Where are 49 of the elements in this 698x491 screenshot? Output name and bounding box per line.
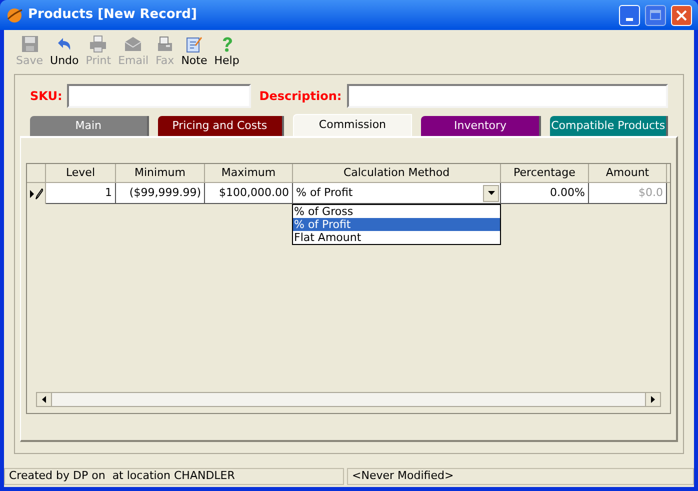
cell-value: $0.0: [638, 184, 663, 201]
grid-cell[interactable]: 0.00%: [501, 183, 589, 204]
caret-icon: [488, 191, 494, 195]
status-bar-pane: Created by DP on at location CHANDLER: [4, 468, 344, 485]
column-header: Calculation Method: [293, 164, 501, 182]
cell-value: % of Profit: [296, 184, 353, 201]
cell-value: 0.00%: [550, 184, 585, 201]
column-header: Maximum: [205, 164, 293, 182]
row-edit-pencil-icon: [29, 188, 43, 200]
fax-machine-icon: [156, 35, 174, 53]
printer-icon: [89, 35, 108, 53]
close-button[interactable]: [671, 4, 692, 26]
right-arrow-icon: [651, 396, 655, 403]
column-header: Amount: [589, 164, 667, 182]
dropdown-option[interactable]: Flat Amount: [293, 231, 500, 244]
envelope-icon: [124, 35, 142, 53]
field-label: Description:: [259, 88, 342, 105]
column-header: Level: [46, 164, 116, 182]
column-header: Minimum: [116, 164, 205, 182]
tab[interactable]: Inventory: [421, 116, 542, 136]
cell-value: ($99,999.99): [129, 184, 201, 201]
toolbar-button[interactable]: Note: [179, 35, 210, 70]
tab[interactable]: Pricing and Costs: [158, 116, 284, 136]
dropdown-option[interactable]: % of Profit: [293, 218, 500, 231]
minimize-button[interactable]: [619, 4, 640, 26]
status-bar-pane: <Never Modified>: [347, 468, 694, 485]
grid-cell[interactable]: $100,000.00: [205, 183, 293, 204]
tab[interactable]: Commission: [292, 114, 412, 136]
toolbar-button[interactable]: Undo: [48, 35, 81, 70]
app-logo-icon: [6, 6, 23, 24]
toolbar-button[interactable]: Help: [212, 35, 242, 70]
text-field[interactable]: [346, 84, 668, 108]
left-arrow-icon: [42, 396, 46, 403]
column-header: Percentage: [501, 164, 589, 182]
field-label: SKU:: [30, 88, 62, 105]
grid-cell[interactable]: 1: [46, 183, 116, 204]
close-icon: [676, 10, 687, 20]
text-field[interactable]: [67, 84, 252, 108]
grid-cell[interactable]: ($99,999.99): [116, 183, 205, 204]
notepad-pencil-icon: [185, 35, 204, 53]
dropdown-button[interactable]: [483, 184, 499, 202]
tab[interactable]: Compatible Products: [550, 116, 668, 136]
cell-value: 1: [105, 184, 112, 201]
grid-cell[interactable]: % of Profit: [293, 183, 501, 204]
dropdown-option[interactable]: % of Gross: [293, 205, 500, 218]
tab[interactable]: Main: [30, 116, 149, 136]
maximize-button[interactable]: [645, 4, 666, 26]
window-title: Products [New Record]: [28, 6, 198, 24]
cell-value: $100,000.00: [219, 184, 289, 201]
